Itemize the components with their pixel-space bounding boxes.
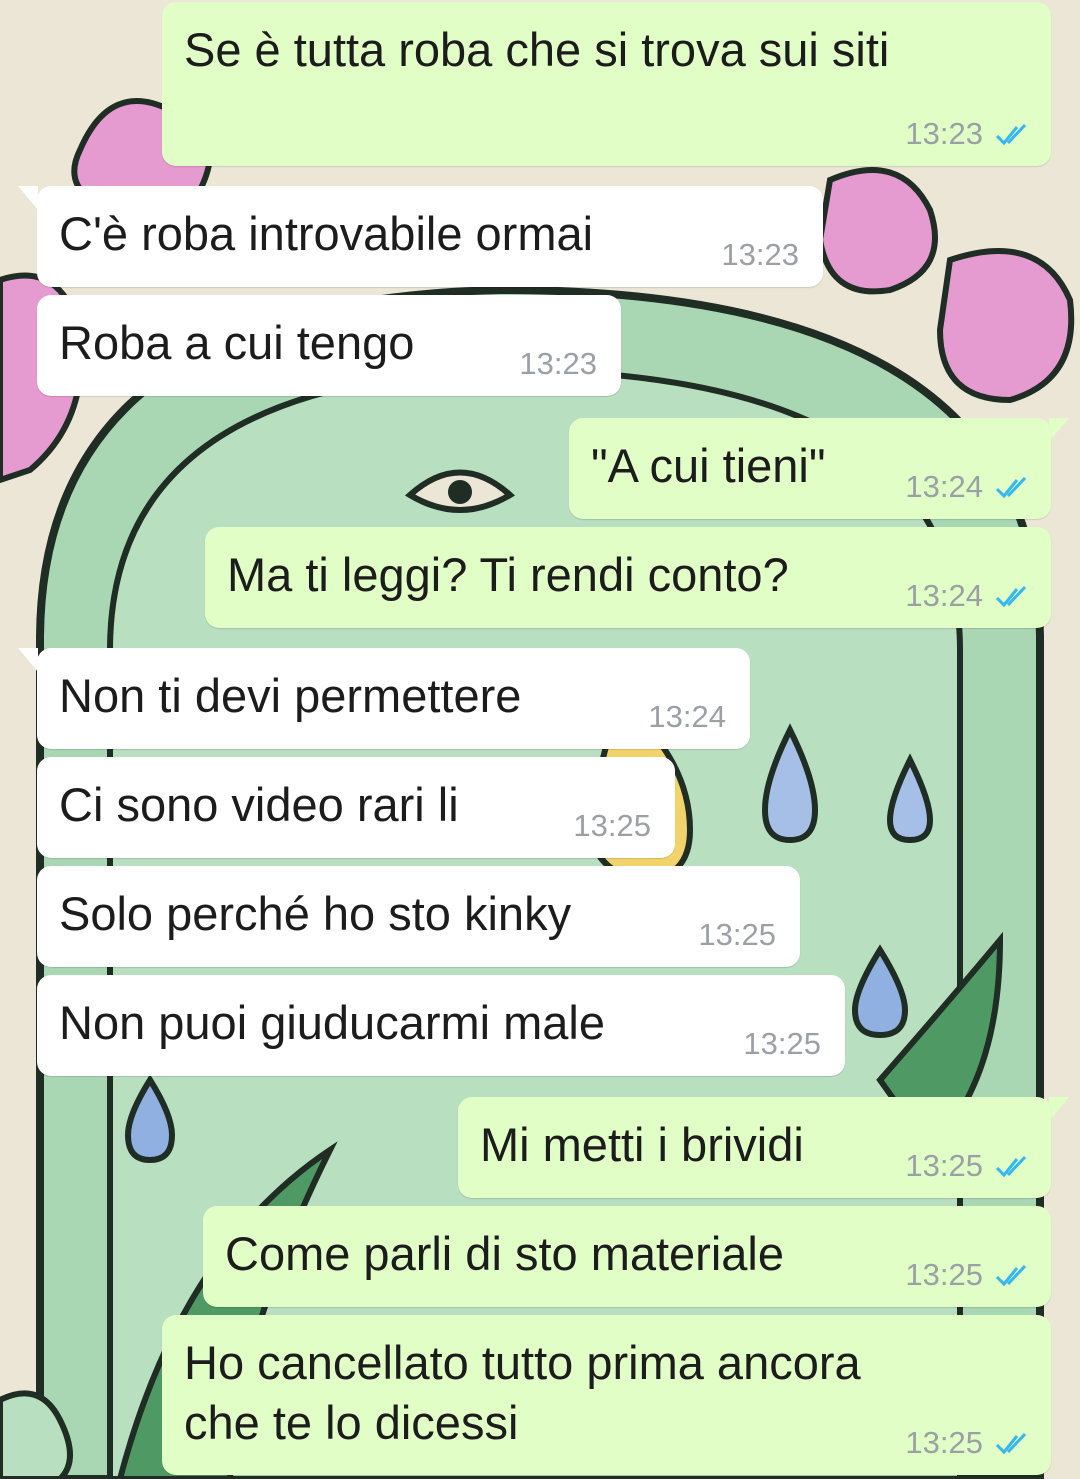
message-time: 13:23	[519, 346, 597, 381]
incoming-message[interactable]: C'è roba introvabile ormai 13:23	[37, 186, 823, 287]
incoming-message[interactable]: Non ti devi permettere 13:24	[37, 648, 750, 749]
message-time: 13:24	[905, 578, 983, 613]
message-text: Solo perché ho sto kinky	[59, 887, 572, 940]
outgoing-message[interactable]: Ho cancellato tutto prima ancora che te …	[162, 1315, 1051, 1475]
message-text: Non puoi giuducarmi male	[59, 996, 606, 1049]
message-text: Se è tutta roba che si trova sui siti	[184, 23, 890, 76]
double-check-icon	[995, 585, 1027, 608]
outgoing-message[interactable]: Ma ti leggi? Ti rendi conto? 13:24	[205, 527, 1051, 628]
message-text: "A cui tieni"	[591, 439, 826, 492]
bubble-tail	[1049, 418, 1069, 442]
message-text: Ho cancellato tutto prima ancora che te …	[184, 1336, 861, 1449]
incoming-message[interactable]: Ci sono video rari li 13:25	[37, 757, 675, 858]
message-list[interactable]: Se è tutta roba che si trova sui siti 13…	[0, 0, 1080, 1479]
bubble-tail	[18, 648, 38, 672]
outgoing-message[interactable]: "A cui tieni" 13:24	[569, 418, 1051, 519]
incoming-message[interactable]: Roba a cui tengo 13:23	[37, 295, 621, 396]
outgoing-message[interactable]: Se è tutta roba che si trova sui siti 13…	[162, 2, 1051, 166]
outgoing-message[interactable]: Come parli di sto materiale 13:25	[203, 1206, 1051, 1307]
message-text: Roba a cui tengo	[59, 316, 415, 369]
message-text: Come parli di sto materiale	[225, 1227, 784, 1280]
message-text: Ci sono video rari li	[59, 778, 459, 831]
message-time: 13:25	[573, 808, 651, 843]
incoming-message[interactable]: Non puoi giuducarmi male 13:25	[37, 975, 845, 1076]
message-time: 13:25	[905, 1257, 983, 1292]
message-time: 13:25	[743, 1026, 821, 1061]
message-text: C'è roba introvabile ormai	[59, 207, 594, 260]
double-check-icon	[995, 123, 1027, 146]
message-text: Non ti devi permettere	[59, 669, 522, 722]
message-time: 13:25	[905, 1425, 983, 1460]
outgoing-message[interactable]: Mi metti i brividi 13:25	[458, 1097, 1051, 1198]
message-time: 13:25	[698, 917, 776, 952]
message-time: 13:23	[721, 237, 799, 272]
message-time: 13:24	[905, 469, 983, 504]
double-check-icon	[995, 1155, 1027, 1178]
bubble-tail	[18, 186, 38, 210]
double-check-icon	[995, 1432, 1027, 1455]
double-check-icon	[995, 476, 1027, 499]
message-time: 13:24	[648, 699, 726, 734]
message-text: Mi metti i brividi	[480, 1118, 804, 1171]
incoming-message[interactable]: Solo perché ho sto kinky 13:25	[37, 866, 800, 967]
bubble-tail	[1049, 1097, 1069, 1121]
message-time: 13:23	[905, 116, 983, 151]
message-text: Ma ti leggi? Ti rendi conto?	[227, 548, 789, 601]
message-time: 13:25	[905, 1148, 983, 1183]
double-check-icon	[995, 1264, 1027, 1287]
